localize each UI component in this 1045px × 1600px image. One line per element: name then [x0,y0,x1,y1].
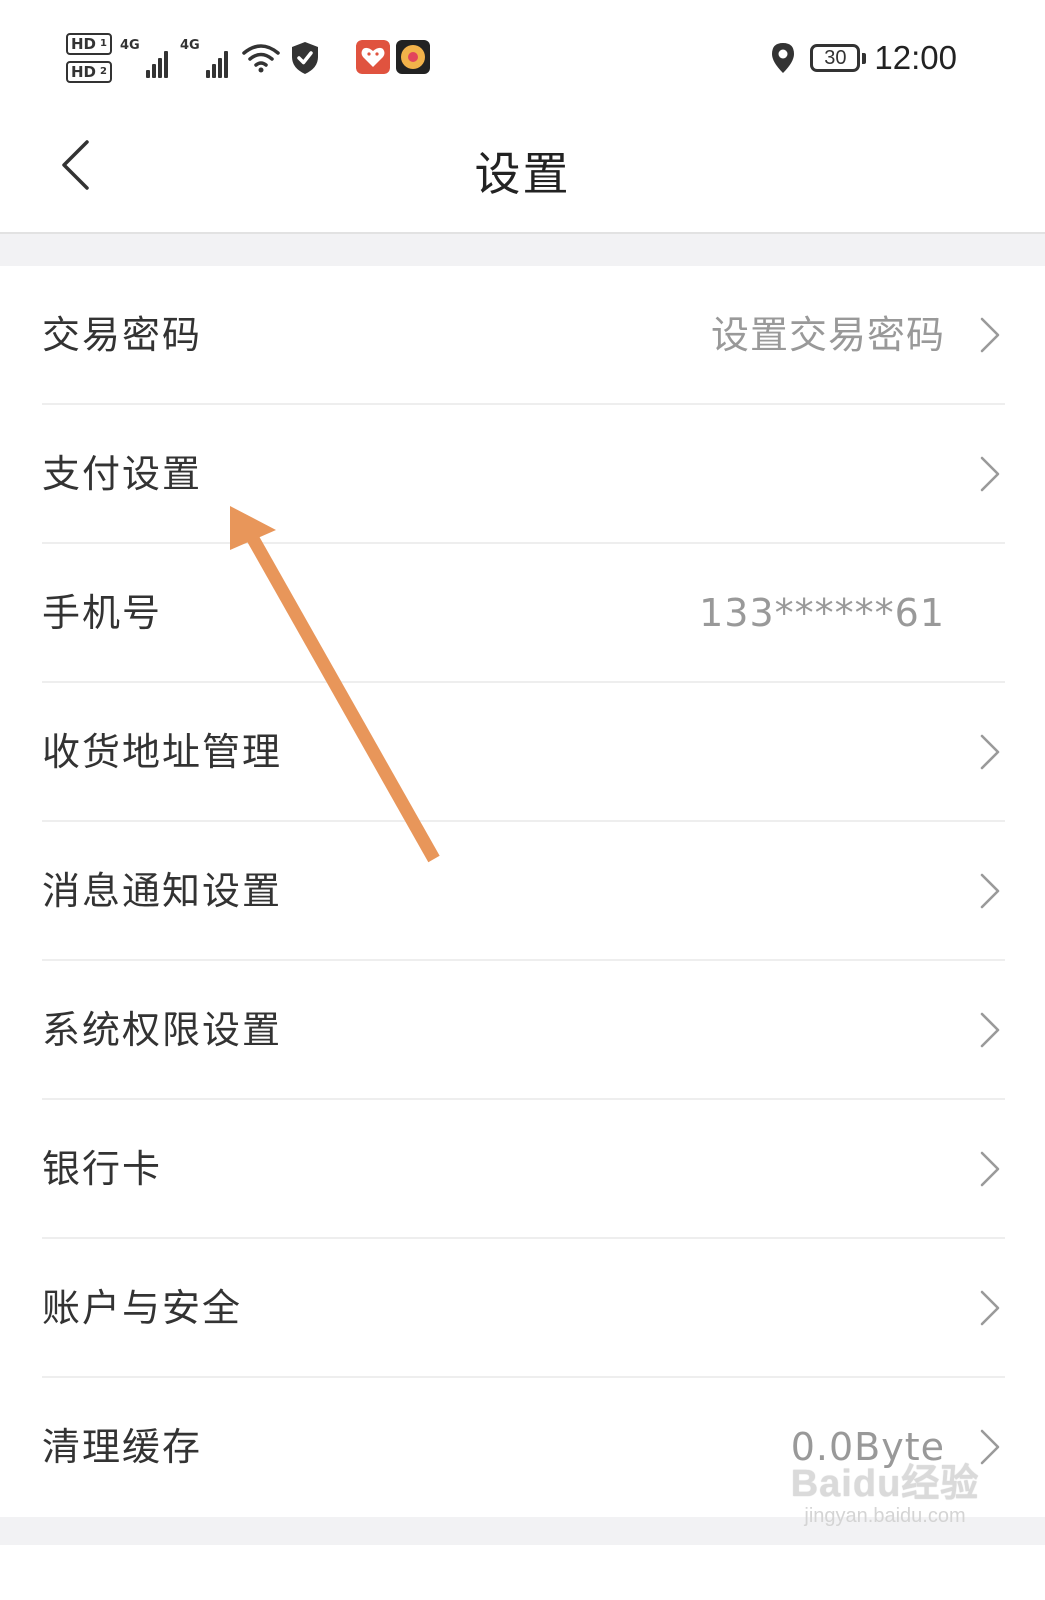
network-1-label: 4G [119,38,140,53]
settings-row-label: 交易密码 [42,313,203,357]
chevron-right-icon [980,456,1000,492]
hd-indicators: HD 1 HD 2 [66,33,112,83]
settings-list: 交易密码 设置交易密码支付设置手机号 133******61 收货地址管理 消息通知设置… [0,266,1045,1517]
settings-row-label: 消息通知设置 [42,869,283,913]
hd-1-text: HD [71,35,97,53]
chevron-right-icon [980,734,1000,770]
status-right-icons: 30 12:00 [770,36,957,80]
settings-row-label: 收货地址管理 [42,730,283,774]
chevron-right-icon [980,873,1000,909]
hd-2-badge: HD 2 [66,61,112,83]
pinduoduo-app-icon [356,40,390,74]
settings-row-value: 设置交易密码 [710,313,945,357]
watermark-url: jingyan.baidu.com [804,1505,966,1527]
settings-row[interactable]: 消息通知设置 [0,822,1045,961]
chevron-right-icon [980,1012,1000,1048]
hd-2-text: HD [71,63,97,81]
chevron-right-icon [980,1151,1000,1187]
settings-row-label: 清理缓存 [42,1425,203,1469]
section-gap-top [0,234,1045,266]
chevron-right-icon [980,1290,1000,1326]
signal-2-icon: 4G [179,38,232,78]
settings-row-label: 支付设置 [42,452,203,496]
status-time: 12:00 [874,39,957,76]
status-bar: HD 1 HD 2 4G 4G 30 12:00 [0,0,1045,110]
page-title: 设置 [474,147,571,201]
settings-row-label: 系统权限设置 [42,1008,283,1052]
wifi-icon [242,44,280,73]
hd-2-slot: 2 [100,66,107,77]
settings-row-label: 手机号 [42,591,163,635]
hd-1-badge: HD 1 [66,33,112,55]
settings-row[interactable]: 支付设置 [0,405,1045,544]
chevron-right-icon [980,317,1000,353]
header: 设置 [0,110,1045,234]
battery-level: 30 [824,46,847,69]
settings-row-value: 133******61 [699,591,945,635]
settings-row[interactable]: 账户与安全 [0,1239,1045,1378]
location-icon [772,43,795,73]
baidu-watermark: Baidu经验 jingyan.baidu.com [785,1452,985,1528]
settings-row-label: 银行卡 [42,1147,163,1191]
status-left-icons: HD 1 HD 2 4G 4G [66,30,320,86]
settings-row[interactable]: 手机号 133******61 [0,544,1045,683]
settings-row[interactable]: 收货地址管理 [0,683,1045,822]
battery-icon: 30 [810,44,867,72]
hd-1-slot: 1 [100,38,107,49]
settings-row[interactable]: 交易密码 设置交易密码 [0,266,1045,405]
shield-check-icon [291,42,318,74]
settings-row[interactable]: 系统权限设置 [0,961,1045,1100]
settings-row[interactable]: 银行卡 [0,1100,1045,1239]
signal-1-icon: 4G [119,38,172,78]
watermark-brand: Baidu经验 [790,1463,980,1505]
network-2-label: 4G [179,38,200,53]
notification-app-icon [396,40,430,74]
settings-row-label: 账户与安全 [42,1286,243,1330]
